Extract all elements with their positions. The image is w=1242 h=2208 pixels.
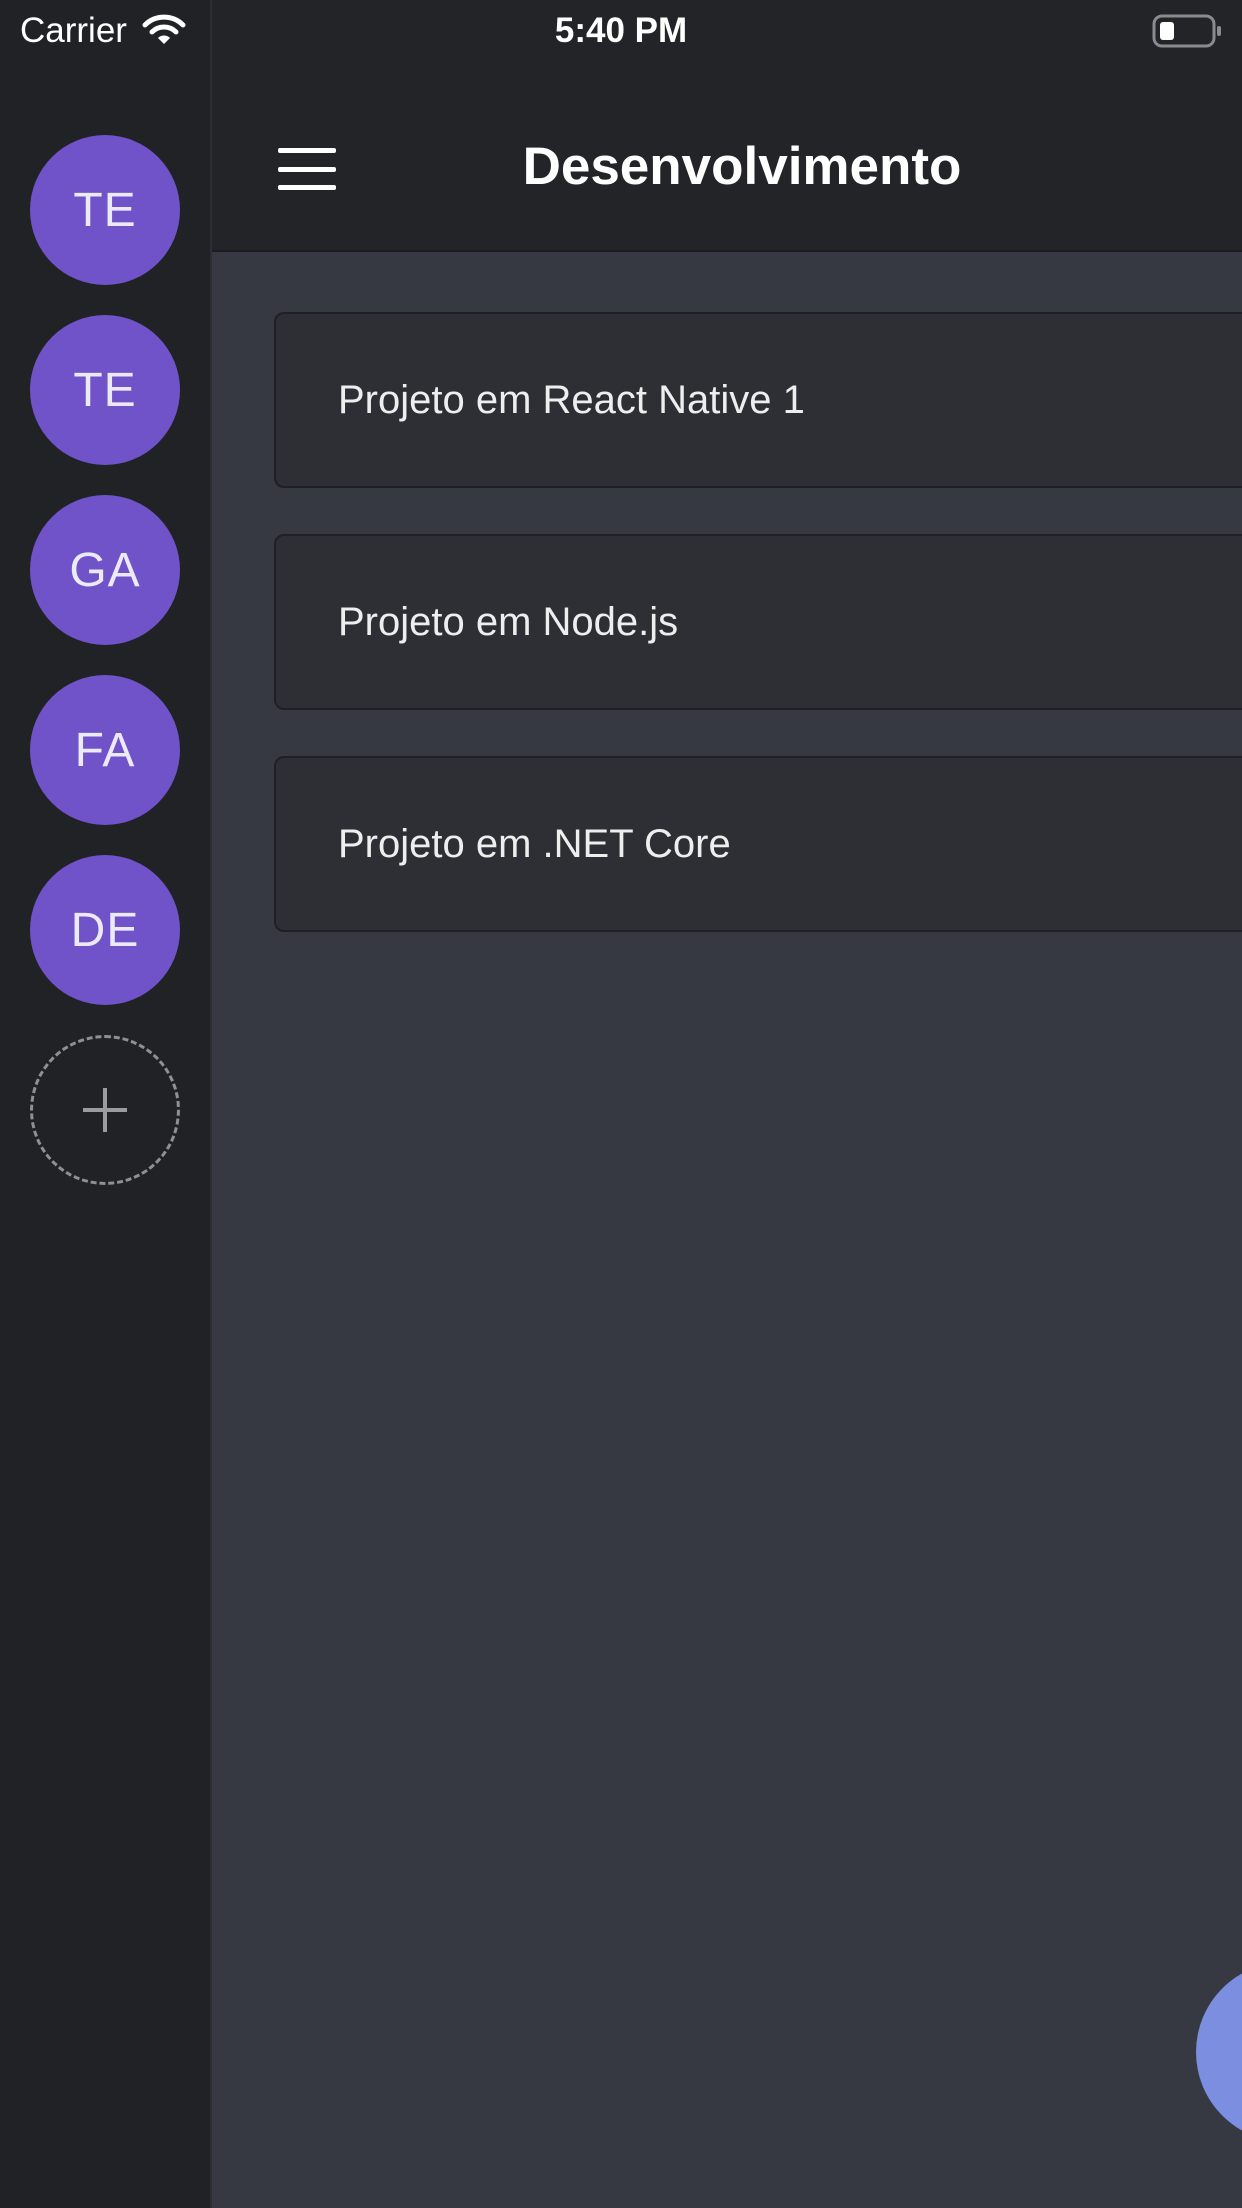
avatar-initials: TE [73,363,137,417]
page-title: Desenvolvimento [522,137,962,196]
floating-action-button[interactable] [1196,1962,1242,2142]
avatar-initials: FA [74,723,136,777]
avatar-item[interactable]: DE [30,855,180,1005]
avatar-initials: GA [69,543,141,597]
project-card[interactable]: Projeto em .NET Core [274,756,1242,932]
avatar-item[interactable]: TE [30,315,180,465]
avatar-item[interactable]: TE [30,135,180,285]
avatar-item[interactable]: GA [30,495,180,645]
plus-icon [83,1088,127,1132]
project-name: Projeto em Node.js [338,599,679,644]
avatar-initials: TE [73,183,137,237]
project-name: Projeto em React Native 1 [338,377,805,422]
status-bar: Carrier 5:40 PM [0,0,1242,62]
avatar-initials: DE [70,903,140,957]
project-name: Projeto em .NET Core [338,821,731,866]
battery-icon [1152,14,1221,48]
main-content: Desenvolvimento Projeto em React Native … [212,0,1242,2208]
app-screen: TE TE GA FA DE Desenvolvimento Projeto e… [0,0,1242,2208]
status-time: 5:40 PM [554,11,688,50]
project-card[interactable]: Projeto em Node.js [274,534,1242,710]
hamburger-menu-icon[interactable] [278,148,336,190]
server-sidebar: TE TE GA FA DE [0,0,212,2208]
project-card[interactable]: Projeto em React Native 1 [274,312,1242,488]
avatar-item[interactable]: FA [30,675,180,825]
add-server-button[interactable] [30,1035,180,1185]
